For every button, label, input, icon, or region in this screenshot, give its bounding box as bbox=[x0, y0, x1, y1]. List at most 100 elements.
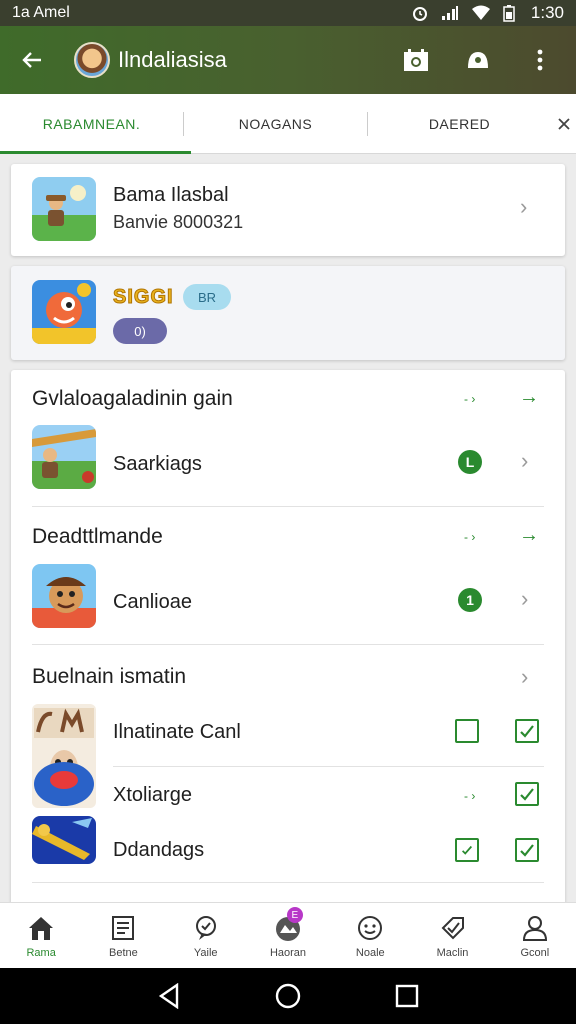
wifi-icon bbox=[471, 5, 490, 20]
divider bbox=[113, 766, 544, 767]
check-icon bbox=[520, 725, 534, 738]
arrow-left-icon bbox=[22, 52, 41, 68]
chevron-right-icon[interactable]: › bbox=[521, 586, 528, 612]
checkbox[interactable] bbox=[455, 719, 479, 743]
game-thumbnail bbox=[32, 564, 96, 628]
status-badge: L bbox=[458, 450, 482, 474]
section-title: Buelnain ismatin bbox=[32, 665, 187, 688]
more-options-button[interactable] bbox=[520, 40, 560, 80]
tab-bar: RABAMNEAN. NOAGANS DAERED bbox=[0, 94, 576, 154]
triangle-back-icon bbox=[159, 983, 179, 1009]
more-vert-icon bbox=[537, 49, 543, 71]
nav-label: Noale bbox=[355, 946, 385, 959]
nav-item-gconl[interactable]: Gconl bbox=[494, 903, 576, 968]
sections-card: Gvlaloagaladinin gain - › → Saarkiags L … bbox=[11, 370, 565, 910]
list-icon bbox=[108, 913, 138, 943]
nav-label: Betne bbox=[109, 946, 138, 959]
home-icon bbox=[26, 913, 56, 943]
alarm-icon bbox=[412, 7, 427, 21]
chevron-right-icon[interactable]: › bbox=[521, 448, 528, 474]
game-name: Bama Ilasbal bbox=[113, 184, 229, 206]
notification-button[interactable] bbox=[458, 40, 498, 80]
carrier-label: 1a Amel bbox=[12, 4, 70, 21]
list-item-name[interactable]: Xtoliarge bbox=[113, 784, 192, 807]
nav-label: Yaile bbox=[193, 946, 218, 959]
nav-item-betne[interactable]: Betne bbox=[82, 903, 164, 968]
list-item-name[interactable]: Saarkiags bbox=[113, 453, 202, 476]
nav-item-rama[interactable]: Rama bbox=[0, 903, 82, 968]
tag-icon bbox=[438, 913, 468, 943]
app-bar: Ilndaliasisa bbox=[0, 26, 576, 94]
system-nav-bar bbox=[0, 968, 576, 1024]
battery-icon bbox=[503, 5, 515, 22]
status-icons: 1:30 bbox=[411, 3, 564, 23]
divider bbox=[32, 506, 544, 507]
smile-icon bbox=[355, 913, 385, 943]
page-title: Ilndaliasisa bbox=[118, 47, 227, 72]
notification-badge: E bbox=[286, 907, 303, 923]
small-arrow-icon: - › bbox=[464, 392, 476, 406]
arrow-right-icon[interactable]: → bbox=[519, 524, 539, 547]
nav-item-maclin[interactable]: Maclin bbox=[411, 903, 493, 968]
game-thumbnail bbox=[32, 704, 96, 808]
checkbox[interactable] bbox=[515, 782, 539, 806]
calendar-button[interactable] bbox=[396, 40, 436, 80]
nav-label: Gconl bbox=[520, 946, 550, 959]
nav-item-haoran[interactable]: E Haoran bbox=[247, 903, 329, 968]
game-thumbnail bbox=[32, 425, 96, 489]
check-icon bbox=[462, 845, 473, 855]
game-thumbnail bbox=[32, 280, 96, 344]
chevron-right-icon[interactable]: › bbox=[521, 664, 528, 690]
clock: 1:30 bbox=[530, 3, 564, 22]
tab-rabamnean[interactable]: RABAMNEAN. bbox=[0, 94, 191, 154]
tab-daered[interactable]: DAERED bbox=[368, 94, 551, 154]
avatar[interactable] bbox=[74, 42, 110, 78]
close-tabs-button[interactable] bbox=[551, 117, 576, 130]
status-badge: 1 bbox=[458, 588, 482, 612]
chat-icon bbox=[191, 913, 221, 943]
list-item-name[interactable]: Ddandags bbox=[113, 839, 204, 862]
divider bbox=[32, 882, 544, 883]
bottom-nav: Rama Betne Yaile E Haoran Noale Maclin G… bbox=[0, 902, 576, 968]
nav-item-noale[interactable]: Noale bbox=[329, 903, 411, 968]
featured-card[interactable]: SIGGI BR 0) bbox=[11, 266, 565, 360]
small-arrow-icon: - › bbox=[464, 789, 476, 803]
game-logo-text: SIGGI bbox=[113, 286, 174, 309]
person-icon bbox=[520, 913, 550, 943]
system-home-button[interactable] bbox=[268, 976, 308, 1016]
divider bbox=[32, 644, 544, 645]
chevron-right-icon: › bbox=[520, 194, 528, 219]
nav-label: Haoran bbox=[269, 946, 307, 959]
game-thumbnail bbox=[32, 816, 96, 864]
system-back-button[interactable] bbox=[149, 976, 189, 1016]
nav-label: Rama bbox=[26, 946, 56, 959]
arrow-right-icon[interactable]: → bbox=[519, 386, 539, 409]
list-item-name[interactable]: Ilnatinate Canl bbox=[113, 721, 241, 744]
game-thumbnail bbox=[32, 177, 96, 241]
calendar-icon bbox=[404, 49, 428, 71]
circle-home-icon bbox=[275, 983, 301, 1009]
signal-icon bbox=[441, 6, 458, 20]
bell-icon bbox=[468, 52, 488, 68]
check-icon bbox=[520, 844, 534, 857]
game-card[interactable]: Bama Ilasbal Banvie 8000321 › bbox=[11, 164, 565, 256]
status-badge[interactable]: BR bbox=[183, 284, 231, 310]
game-subtitle: Banvie 8000321 bbox=[113, 212, 244, 232]
status-bar: 1a Amel 1:30 bbox=[0, 0, 576, 26]
nav-item-yaile[interactable]: Yaile bbox=[165, 903, 247, 968]
checkbox[interactable] bbox=[515, 719, 539, 743]
list-item-name[interactable]: Canlioae bbox=[113, 591, 192, 614]
section-title: Gvlaloagaladinin gain bbox=[32, 387, 233, 410]
checkbox[interactable] bbox=[515, 838, 539, 862]
close-icon bbox=[557, 117, 570, 130]
checkbox[interactable] bbox=[455, 838, 479, 862]
small-arrow-icon: - › bbox=[464, 530, 476, 544]
section-title: Deadttlmande bbox=[32, 525, 163, 548]
check-icon bbox=[520, 788, 534, 801]
tab-noagans[interactable]: NOAGANS bbox=[184, 94, 367, 154]
square-recents-icon bbox=[395, 984, 418, 1008]
system-recents-button[interactable] bbox=[387, 976, 427, 1016]
nav-label: Maclin bbox=[436, 946, 469, 959]
back-button[interactable] bbox=[16, 44, 48, 76]
count-badge[interactable]: 0) bbox=[113, 318, 167, 344]
